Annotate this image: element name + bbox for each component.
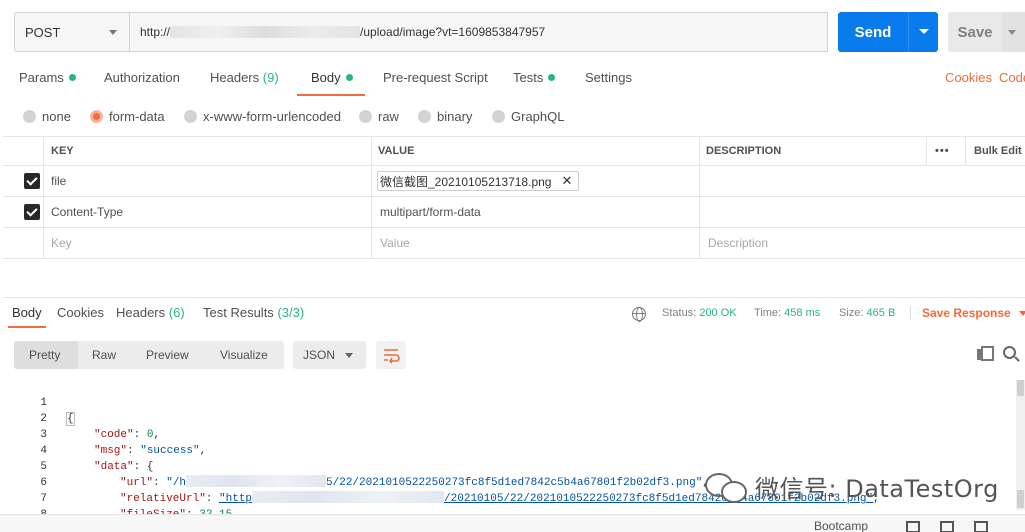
help-icon[interactable] [974, 521, 988, 532]
search-icon[interactable] [1003, 346, 1016, 359]
url-suffix: /upload/image?vt=1609853847957 [360, 25, 546, 39]
radio-graphql[interactable]: GraphQL [492, 103, 564, 129]
tab-test-results[interactable]: Test Results (3/3) [203, 298, 304, 328]
value-cell[interactable]: multipart/form-data [380, 197, 481, 227]
code-line: 1 { [40, 397, 75, 426]
code-line: 8 } [0, 491, 100, 532]
tab-response-headers[interactable]: Headers (6) [116, 298, 185, 328]
mode-preview[interactable]: Preview [146, 341, 189, 369]
save-options-button[interactable] [1002, 12, 1025, 52]
table-row: Content-Type multipart/form-data [3, 197, 1025, 228]
indicator-dot [345, 74, 353, 81]
request-tabs: Params Authorization Headers (9) Body Pr… [0, 60, 1025, 96]
send-label: Send [854, 23, 892, 41]
method-label: POST [25, 24, 61, 40]
size-info: Size: 465 B [839, 307, 896, 319]
format-select[interactable]: JSON [293, 341, 366, 369]
column-key: KEY [51, 145, 74, 157]
send-button[interactable]: Send [838, 12, 938, 52]
status-info: Status: 200 OK [662, 307, 737, 319]
description-placeholder[interactable]: Description [708, 228, 768, 258]
tab-settings[interactable]: Settings [585, 60, 632, 96]
tab-tests[interactable]: Tests [513, 60, 556, 96]
radio-form-data[interactable]: form-data [90, 103, 165, 129]
file-name: 微信截图_20210105213718.png [380, 174, 552, 189]
tab-body[interactable]: Body [297, 60, 365, 96]
code-line: 6 "relativeUrl": "http/20210105/22/20210… [40, 477, 880, 505]
key-placeholder[interactable]: Key [51, 228, 72, 258]
tab-response-body[interactable]: Body [8, 298, 46, 328]
editor-scrollbar[interactable] [1016, 380, 1025, 510]
layout-icon[interactable] [906, 521, 920, 532]
form-data-table: KEY VALUE DESCRIPTION ••• Bulk Edit file… [3, 136, 1025, 259]
code-link[interactable]: Code [999, 60, 1025, 96]
bulk-edit-link[interactable]: Bulk Edit [974, 137, 1022, 165]
row-checkbox[interactable] [24, 204, 40, 220]
chevron-down-icon [919, 29, 929, 34]
copy-icon[interactable] [977, 346, 994, 361]
save-button[interactable]: Save [948, 12, 1002, 52]
tab-params[interactable]: Params [19, 60, 76, 96]
time-info: Time: 458 ms [754, 307, 821, 319]
close-icon[interactable]: ✕ [561, 173, 572, 189]
radio-binary[interactable]: binary [418, 103, 472, 129]
redacted-host [170, 26, 361, 38]
radio-x-www-form-urlencoded[interactable]: x-www-form-urlencoded [184, 103, 341, 129]
file-chip: 微信截图_20210105213718.png ✕ [377, 171, 580, 191]
tab-response-cookies[interactable]: Cookies [57, 298, 104, 328]
save-response-button[interactable]: Save Response [922, 298, 1025, 328]
bootcamp-link[interactable]: Bootcamp [814, 519, 868, 532]
code-line: 4 "data": { [40, 445, 154, 473]
wechat-icon [705, 469, 747, 503]
body-type-options: none form-data x-www-form-urlencoded raw… [0, 103, 1025, 129]
url-prefix: http:// [140, 25, 171, 39]
radio-raw[interactable]: raw [359, 103, 399, 129]
url-input[interactable]: http:// /upload/image?vt=1609853847957 [129, 12, 828, 52]
globe-icon[interactable] [632, 307, 646, 322]
code-line: 3 "msg": "success", [40, 429, 207, 457]
mode-pretty[interactable]: Pretty [14, 341, 78, 369]
table-header: KEY VALUE DESCRIPTION ••• Bulk Edit [3, 136, 1025, 166]
value-cell[interactable]: 微信截图_20210105213718.png ✕ [377, 166, 580, 196]
key-cell[interactable]: file [51, 166, 66, 196]
code-line: 5 "url": "/h 5/22/2021010522250273fc8f5d1… [40, 461, 709, 489]
mode-raw[interactable]: Raw [92, 341, 116, 369]
column-description: DESCRIPTION [706, 145, 782, 157]
value-placeholder[interactable]: Value [380, 228, 410, 258]
status-bar: Bootcamp [0, 514, 1025, 532]
chevron-down-icon [1008, 30, 1016, 35]
panes-icon[interactable] [940, 521, 954, 532]
wrap-icon [384, 349, 400, 364]
table-row-new: Key Value Description [3, 228, 1025, 259]
cookies-link[interactable]: Cookies [945, 60, 992, 96]
request-bar: POST http:// /upload/image?vt=1609853847… [14, 12, 1025, 52]
more-options-icon[interactable]: ••• [935, 137, 950, 165]
send-options-button[interactable] [909, 12, 938, 52]
radio-none[interactable]: none [23, 103, 71, 129]
indicator-dot [68, 74, 76, 81]
wrap-lines-button[interactable] [376, 341, 406, 369]
code-line: 2 "code": 0, [40, 413, 161, 441]
table-row: file 微信截图_20210105213718.png ✕ [3, 166, 1025, 197]
view-mode-switch: Pretty Raw Preview Visualize [14, 341, 284, 369]
tab-pre-request-script[interactable]: Pre-request Script [383, 60, 488, 96]
row-checkbox[interactable] [24, 173, 40, 189]
column-value: VALUE [378, 145, 415, 157]
tab-authorization[interactable]: Authorization [104, 60, 180, 96]
indicator-dot [548, 74, 556, 81]
chevron-down-icon [345, 353, 353, 358]
mode-visualize[interactable]: Visualize [220, 341, 268, 369]
tab-headers[interactable]: Headers (9) [210, 60, 279, 96]
method-select[interactable]: POST [14, 12, 130, 52]
code-line: 7 "fileSize": 32.15 [40, 493, 232, 521]
chevron-down-icon [1018, 311, 1025, 316]
key-cell[interactable]: Content-Type [51, 197, 123, 227]
chevron-down-icon [109, 30, 117, 35]
watermark: 微信号: DataTestOrg [705, 466, 999, 506]
